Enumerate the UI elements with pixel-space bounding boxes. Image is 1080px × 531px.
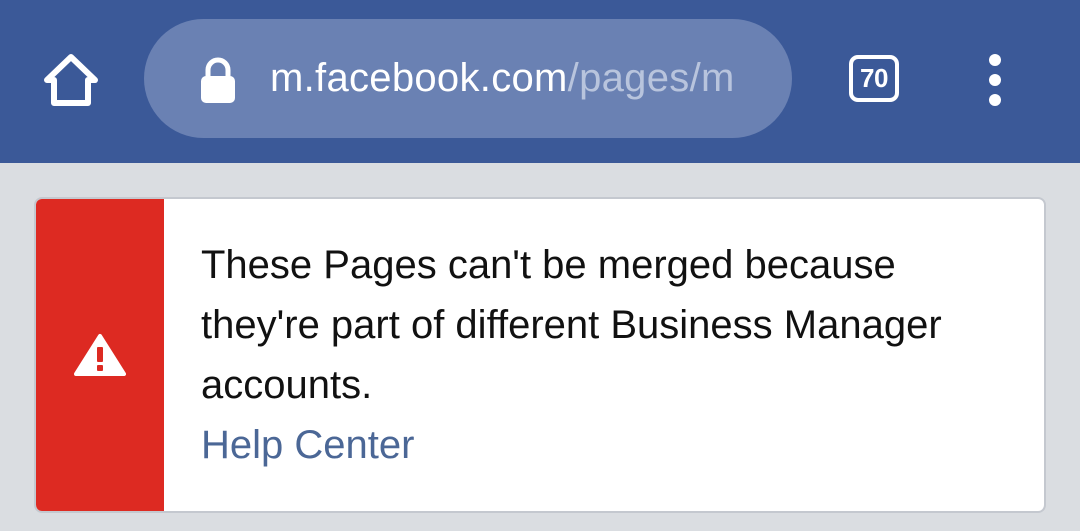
url-path: /pages/m [567, 56, 735, 100]
url-host: m.facebook.com [270, 56, 568, 100]
alert-body: These Pages can't be merged because they… [201, 235, 1021, 475]
home-button[interactable] [36, 40, 106, 120]
error-alert: These Pages can't be merged because they… [34, 197, 1046, 513]
help-center-link[interactable]: Help Center [201, 415, 1021, 475]
warning-icon [74, 334, 126, 376]
home-icon [44, 54, 98, 106]
tab-switcher-button[interactable]: 70 [849, 55, 899, 102]
alert-message: These Pages can't be merged because they… [201, 243, 942, 407]
more-vert-icon[interactable] [970, 50, 1020, 110]
tab-count: 70 [860, 63, 888, 93]
browser-toolbar: m.facebook.com/pages/m 70 [0, 0, 1080, 163]
alert-stripe [36, 199, 164, 511]
address-bar[interactable]: m.facebook.com/pages/m [144, 19, 792, 138]
lock-icon [201, 57, 235, 103]
url-text: m.facebook.com/pages/m [270, 19, 776, 138]
